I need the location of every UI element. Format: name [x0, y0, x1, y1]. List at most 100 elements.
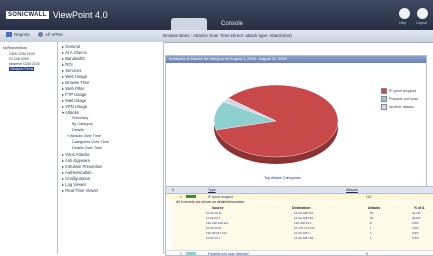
tree-item[interactable]: GI CMI 0000: [9, 57, 29, 61]
menu-roi[interactable]: ▸ ROI: [62, 62, 73, 67]
detail-count: 1: [370, 226, 372, 230]
detail-destination[interactable]: 192.168.93.1: [294, 221, 312, 225]
menu-services[interactable]: ▸ Services: [62, 68, 81, 73]
col-attacks[interactable]: Attacks: [346, 188, 358, 192]
help-label: Help: [399, 21, 407, 25]
chart-panel: Instances of Attacks for category for Au…: [165, 55, 427, 187]
table-row[interactable]: 2 Possible port scan detected 5: [166, 250, 433, 255]
chart-legend: IP spoof dropped Possible port scan Anot…: [381, 88, 418, 112]
detail-source[interactable]: 10.00.13.1: [206, 236, 220, 240]
legend-swatch: [381, 96, 387, 102]
reports-icon: [6, 32, 12, 37]
legend-swatch: [381, 104, 387, 110]
menu-attacks-summary[interactable]: Summary: [72, 116, 88, 120]
menu-authentication[interactable]: ▸ Authentication: [62, 170, 92, 175]
chart-panel-title: Instances of Attacks for category for Au…: [166, 56, 426, 63]
menu-attacks[interactable]: ▾ Attacks: [62, 110, 79, 115]
menu-attacks-details[interactable]: Details: [72, 128, 84, 132]
tree-item[interactable]: MyReportsNow: [3, 46, 27, 50]
unit-tree: MyReportsNow GMS CDM 2100 GI CMI 0000 Nb…: [0, 42, 58, 254]
menu-intrusion-prevention[interactable]: ▸ Intrusion Prevention: [62, 164, 103, 169]
row-bar: [186, 195, 196, 198]
row-type[interactable]: IP spoof dropped: [208, 195, 233, 199]
logout-label: Logout: [416, 21, 427, 25]
detail-source[interactable]: 192.254.87.212: [206, 231, 227, 235]
report-menu: ▸ General ▸ At A Glance ▸ Bandwidth ▸ RO…: [58, 42, 164, 254]
detail-count: 1: [370, 236, 372, 240]
legend-swatch: [381, 88, 387, 94]
detail-pct: 0.9%: [412, 236, 419, 240]
menu-details-over-time[interactable]: Details Over Time: [72, 146, 102, 150]
detail-count: 8: [370, 221, 372, 225]
app-title: ViewPoint 4.0: [52, 10, 108, 20]
logout-icon[interactable]: [417, 8, 428, 19]
detail-source[interactable]: 10.00.33.1: [206, 216, 220, 220]
table-header: # Type Attacks: [166, 187, 433, 194]
detail-count: 50: [370, 216, 374, 220]
menu-real-time-viewer[interactable]: ▸ Real-Time Viewer: [62, 188, 98, 193]
detail-source[interactable]: 192.168.168.111: [206, 221, 228, 225]
tree-item-selected[interactable]: Viewport Firms: [9, 67, 35, 71]
detail-count: 50: [370, 211, 374, 215]
reports-nav[interactable]: Reports: [6, 32, 30, 37]
detail-destination[interactable]: 16.00.128.153: [294, 236, 313, 240]
top-bar: SONICWALL ViewPoint 4.0 Reports Console …: [0, 0, 433, 30]
detail-title: All 6 records are shown as details/infor…: [176, 200, 245, 204]
menu-configuration[interactable]: ▸ Configuration: [62, 176, 90, 181]
menu-vpn-usage[interactable]: ▸ VPN Usage: [62, 104, 87, 109]
pie-chart: [213, 84, 339, 164]
legend-item[interactable]: Another attacks: [381, 104, 418, 110]
menu-ftp-usage[interactable]: ▸ FTP Usage: [62, 92, 86, 97]
breadcrumb: Browse Bans : Attacks Over Time Direct: …: [163, 33, 293, 38]
chart-caption: Top Attack Categories: [264, 176, 301, 180]
menu-log-viewer[interactable]: ▸ Log Viewer: [62, 182, 86, 187]
help-icon[interactable]: [399, 8, 410, 19]
menu-mail-usage[interactable]: ▸ Mail Usage: [62, 98, 86, 103]
tab-console[interactable]: Console: [212, 18, 252, 30]
reports-nav-label: Reports: [14, 32, 30, 37]
detail-count: 1: [370, 231, 372, 235]
menu-browse-time[interactable]: ▸ Browse Time: [62, 80, 89, 85]
menu-attacks-over-time[interactable]: » Attacks Over Time: [67, 134, 101, 138]
legend-item[interactable]: IP spoof dropped: [381, 88, 418, 94]
detail-destination[interactable]: 16.00.128.151: [294, 216, 313, 220]
row-detail: All 6 records are shown as details/infor…: [172, 199, 433, 251]
vpn-icon: [38, 32, 43, 37]
menu-attacks-by-category[interactable]: By Category: [72, 122, 93, 126]
detail-source[interactable]: 10.00.13.11: [206, 211, 222, 215]
all-vpns-nav[interactable]: All VPNs: [38, 32, 63, 37]
tree-item[interactable]: GMS CDM 2100: [9, 52, 35, 56]
detail-col-attacks: Attacks: [368, 206, 381, 210]
detail-destination[interactable]: 16.00.128.151: [294, 211, 313, 215]
row-attacks: 121: [366, 194, 372, 199]
menu-bandwidth[interactable]: ▸ Bandwidth: [62, 56, 85, 61]
tab-reports[interactable]: Reports: [171, 18, 207, 30]
menu-web-usage[interactable]: ▸ Web Usage: [62, 74, 87, 79]
detail-destination[interactable]: 10.00.128.1: [294, 231, 310, 235]
menu-categories-over-time[interactable]: Categories Over Time: [72, 140, 109, 144]
attacks-table: # Type Attacks 1 IP spoof dropped 121 Al…: [165, 186, 433, 256]
tree-item[interactable]: Nbserve CDM 2100: [9, 62, 40, 66]
detail-pct: 39.6%: [412, 216, 421, 220]
menu-virus-attacks[interactable]: ▸ Virus Attacks: [62, 152, 89, 157]
col-num[interactable]: #: [172, 188, 174, 192]
detail-destination[interactable]: 67.176.176.102: [294, 226, 315, 230]
logo-mark: SONICWALL: [6, 11, 49, 19]
legend-label: Another attacks: [389, 105, 414, 109]
legend-label: IP spoof dropped: [389, 89, 417, 93]
detail-pct: 40.4%: [412, 211, 421, 215]
legend-label: Possible port scan: [389, 97, 419, 101]
detail-source[interactable]: 10.00.13.11: [206, 226, 222, 230]
menu-general[interactable]: ▸ General: [62, 44, 80, 49]
legend-item[interactable]: Possible port scan: [381, 96, 418, 102]
detail-col-source: Source: [212, 206, 224, 210]
detail-col-pct: % of A: [414, 206, 425, 210]
app-logo: SONICWALL ViewPoint 4.0: [6, 10, 108, 20]
detail-pct: 3.2%: [412, 226, 419, 230]
col-type[interactable]: Type: [208, 188, 216, 192]
menu-anti-spyware[interactable]: ▸ Anti-Spyware: [62, 158, 90, 163]
menu-at-a-glance[interactable]: ▸ At A Glance: [62, 50, 87, 55]
detail-col-destination: Destination: [292, 206, 311, 210]
menu-web-filter[interactable]: ▸ Web Filter: [62, 86, 84, 91]
all-vpns-label: All VPNs: [45, 32, 63, 37]
